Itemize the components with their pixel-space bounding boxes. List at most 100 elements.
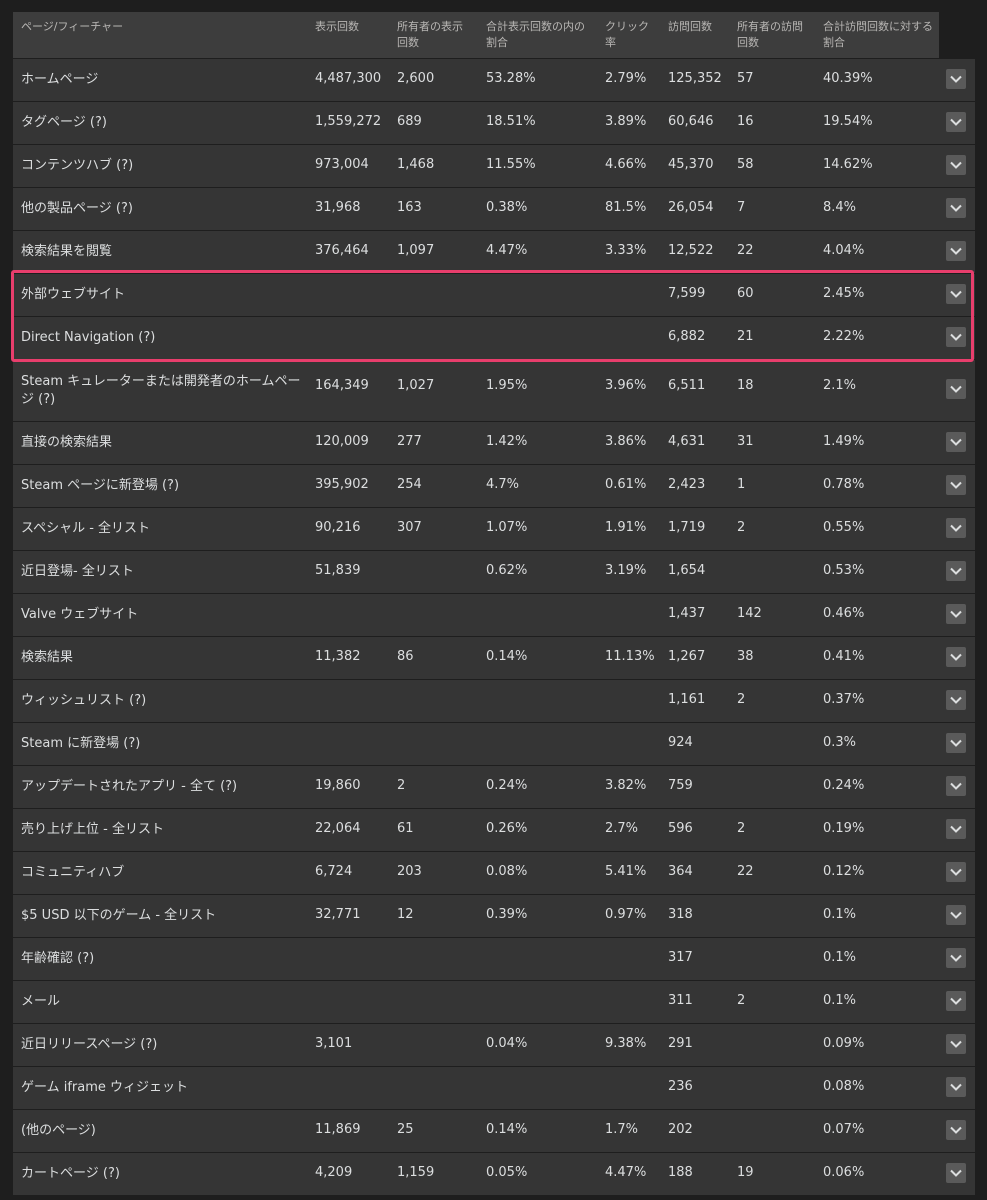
expand-row-button[interactable]: [946, 155, 966, 175]
row-visit-share: 0.08%: [823, 1079, 865, 1094]
header-visit-share[interactable]: 合計訪問回数に対する割合: [823, 19, 933, 51]
table-row[interactable]: コミュニティハブ 6,724 203 0.08% 5.41% 364 22 0.12%: [13, 852, 975, 895]
expand-row-button[interactable]: [946, 690, 966, 710]
table-row[interactable]: Direct Navigation (?) 6,882 21 2.22%: [13, 317, 975, 360]
row-ctr: [605, 981, 665, 1023]
expand-row-button[interactable]: [946, 948, 966, 968]
expand-row-button[interactable]: [946, 905, 966, 925]
row-impressions: 51,839: [315, 563, 361, 578]
expand-row-button[interactable]: [946, 561, 966, 581]
expand-row-button[interactable]: [946, 862, 966, 882]
header-ctr[interactable]: クリック率: [605, 19, 651, 51]
expand-row-button[interactable]: [946, 284, 966, 304]
expand-row-button[interactable]: [946, 69, 966, 89]
expand-row-button[interactable]: [946, 1034, 966, 1054]
row-visits: 45,370: [668, 157, 714, 172]
row-visit-share: 0.1%: [823, 907, 857, 922]
header-impressions[interactable]: 表示回数: [315, 19, 385, 35]
header-visits[interactable]: 訪問回数: [668, 19, 728, 35]
row-owner-impressions: 277: [397, 434, 422, 449]
row-visit-share: 0.46%: [823, 606, 865, 621]
expand-row-button[interactable]: [946, 112, 966, 132]
table-row[interactable]: 外部ウェブサイト 7,599 60 2.45%: [13, 274, 975, 317]
row-name: 近日リリースページ (?): [21, 1037, 158, 1052]
table-row[interactable]: Steam ページに新登場 (?) 395,902 254 4.7% 0.61% 2,42…: [13, 465, 975, 508]
table-row[interactable]: 近日リリースページ (?) 3,101 0.04% 9.38% 291 0.09%: [13, 1024, 975, 1067]
row-owner-visits: 7: [737, 200, 746, 215]
expand-row-button[interactable]: [946, 198, 966, 218]
row-impression-share: 0.04%: [486, 1036, 528, 1051]
table-row[interactable]: 検索結果を閲覧 376,464 1,097 4.47% 3.33% 12,522 22 4.0…: [13, 231, 975, 274]
table-row[interactable]: Steam キュレーターまたは開発者のホームページ (?) 164,349 1,02…: [13, 360, 975, 422]
table-row[interactable]: 売り上げ上位 - 全リスト 22,064 61 0.26% 2.7% 596 2 0.19%: [13, 809, 975, 852]
row-owner-visits: 2: [737, 993, 746, 1008]
row-owner-visits: [737, 1067, 807, 1109]
expand-row-button[interactable]: [946, 327, 966, 347]
row-name: コンテンツハブ (?): [21, 158, 134, 173]
row-visit-share: 19.54%: [823, 114, 873, 129]
table-row[interactable]: メール 311 2 0.1%: [13, 981, 975, 1024]
table-row[interactable]: タグページ (?) 1,559,272 689 18.51% 3.89% 60,646 16…: [13, 102, 975, 145]
row-name: 検索結果: [21, 650, 74, 665]
chevron-down-icon: [950, 782, 962, 790]
chevron-down-icon: [950, 954, 962, 962]
row-impression-share: [486, 594, 586, 636]
row-name: ウィッシュリスト (?): [21, 693, 147, 708]
table-row[interactable]: 検索結果 11,382 86 0.14% 11.13% 1,267 38 0.41%: [13, 637, 975, 680]
table-row[interactable]: ウィッシュリスト (?) 1,161 2 0.37%: [13, 680, 975, 723]
expand-row-button[interactable]: [946, 604, 966, 624]
expand-row-button[interactable]: [946, 432, 966, 452]
row-impression-share: 0.14%: [486, 1122, 528, 1137]
table-row[interactable]: アップデートされたアプリ - 全て (?) 19,860 2 0.24% 3.82% 75…: [13, 766, 975, 809]
table-row[interactable]: 年齢確認 (?) 317 0.1%: [13, 938, 975, 981]
row-visits: 26,054: [668, 200, 714, 215]
header-owner-visits[interactable]: 所有者の訪問回数: [737, 19, 809, 51]
table-row[interactable]: ゲーム iframe ウィジェット 236 0.08%: [13, 1067, 975, 1110]
expand-row-button[interactable]: [946, 475, 966, 495]
row-impression-share: [486, 938, 586, 980]
row-visits: 6,882: [668, 329, 706, 344]
row-owner-visits: 142: [737, 606, 762, 621]
row-owner-visits: 21: [737, 329, 754, 344]
row-visit-share: 0.55%: [823, 520, 865, 535]
header-page-feature[interactable]: ページ/フィーチャー: [21, 19, 301, 35]
header-impression-share[interactable]: 合計表示回数の内の割合: [486, 19, 592, 51]
table-row[interactable]: 直接の検索結果 120,009 277 1.42% 3.86% 4,631 31 1.49%: [13, 422, 975, 465]
row-owner-visits: 57: [737, 71, 754, 86]
table-row[interactable]: スペシャル - 全リスト 90,216 307 1.07% 1.91% 1,719 2 0.5…: [13, 508, 975, 551]
chevron-down-icon: [950, 911, 962, 919]
table-row[interactable]: Valve ウェブサイト 1,437 142 0.46%: [13, 594, 975, 637]
expand-row-button[interactable]: [946, 1077, 966, 1097]
row-name: スペシャル - 全リスト: [21, 521, 151, 536]
table-row[interactable]: $5 USD 以下のゲーム - 全リスト 32,771 12 0.39% 0.97% 31…: [13, 895, 975, 938]
row-ctr: 3.19%: [605, 563, 647, 578]
row-owner-impressions: [397, 594, 477, 636]
table-row[interactable]: 近日登場- 全リスト 51,839 0.62% 3.19% 1,654 0.53%: [13, 551, 975, 594]
expand-row-button[interactable]: [946, 776, 966, 796]
row-name: カートページ (?): [21, 1166, 120, 1181]
expand-row-button[interactable]: [946, 733, 966, 753]
table-row[interactable]: ホームページ 4,487,300 2,600 53.28% 2.79% 125,352 57…: [13, 59, 975, 102]
expand-row-button[interactable]: [946, 647, 966, 667]
expand-row-button[interactable]: [946, 819, 966, 839]
table-row[interactable]: カートページ (?) 4,209 1,159 0.05% 4.47% 188 19 0.06%: [13, 1153, 975, 1196]
row-impression-share: [486, 1067, 586, 1109]
expand-row-button[interactable]: [946, 1120, 966, 1140]
row-impressions: [315, 594, 393, 636]
row-owner-visits: 1: [737, 477, 746, 492]
table-row[interactable]: 他の製品ページ (?) 31,968 163 0.38% 81.5% 26,054 7 8.4…: [13, 188, 975, 231]
table-row[interactable]: (他のページ) 11,869 25 0.14% 1.7% 202 0.07%: [13, 1110, 975, 1153]
expand-row-button[interactable]: [946, 991, 966, 1011]
row-visit-share: 0.53%: [823, 563, 865, 578]
table-row[interactable]: Steam に新登場 (?) 924 0.3%: [13, 723, 975, 766]
header-owner-impressions[interactable]: 所有者の表示回数: [397, 19, 469, 51]
expand-row-button[interactable]: [946, 241, 966, 261]
expand-row-button[interactable]: [946, 518, 966, 538]
row-visits: 188: [668, 1165, 693, 1180]
row-ctr: [605, 317, 665, 359]
row-owner-impressions: 86: [397, 649, 414, 664]
expand-row-button[interactable]: [946, 379, 966, 399]
row-name: アップデートされたアプリ - 全て (?): [21, 779, 238, 794]
table-row[interactable]: コンテンツハブ (?) 973,004 1,468 11.55% 4.66% 45,370…: [13, 145, 975, 188]
expand-row-button[interactable]: [946, 1163, 966, 1183]
